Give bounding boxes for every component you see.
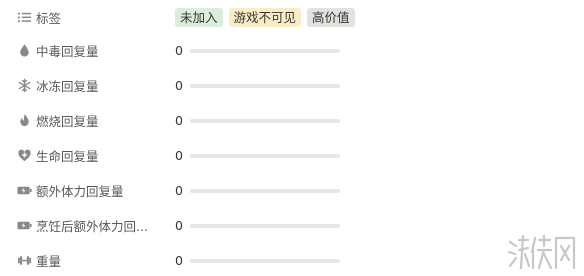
freeze-recovery-row: 冰冻回复量 0: [0, 68, 584, 103]
properties-panel: 标签 未加入 游戏不可见 高价值 中毒回复量 0 冰冻回复量 0 燃烧回复量 0…: [0, 0, 584, 276]
value-number: 0: [175, 148, 183, 163]
watermark-logo: [506, 232, 578, 272]
property-label: 烹饪后额外体力回...: [36, 219, 148, 234]
property-name[interactable]: 冰冻回复量: [0, 68, 175, 103]
burn-recovery-row: 燃烧回复量 0: [0, 103, 584, 138]
drop-icon: [16, 43, 32, 59]
dumbbell-icon: [16, 253, 32, 269]
snowflake-icon: [16, 78, 32, 94]
property-name[interactable]: 中毒回复量: [0, 33, 175, 68]
progress-bar: [190, 223, 340, 228]
value-number: 0: [175, 43, 183, 58]
property-value[interactable]: 0: [175, 173, 340, 208]
value-number: 0: [175, 113, 183, 128]
progress-bar: [190, 153, 340, 158]
progress-bar: [190, 188, 340, 193]
extra-stamina-recovery-row: 额外体力回复量 0: [0, 173, 584, 208]
property-name[interactable]: 重量: [0, 243, 175, 276]
property-label: 生命回复量: [36, 149, 99, 164]
property-label: 燃烧回复量: [36, 114, 99, 129]
value-number: 0: [175, 218, 183, 233]
tag-game-invisible[interactable]: 游戏不可见: [228, 8, 302, 27]
property-name[interactable]: 额外体力回复量: [0, 173, 175, 208]
progress-bar: [190, 258, 340, 263]
property-label: 中毒回复量: [36, 44, 99, 59]
tags-property-label: 标签: [36, 11, 62, 26]
flame-icon: [16, 113, 32, 129]
list-icon: [16, 10, 32, 26]
tags-property-name[interactable]: 标签: [0, 0, 175, 35]
value-number: 0: [175, 253, 183, 268]
property-label: 重量: [36, 254, 62, 269]
value-number: 0: [175, 78, 183, 93]
value-number: 0: [175, 183, 183, 198]
tags-value[interactable]: 未加入 游戏不可见 高价值: [175, 8, 355, 27]
progress-bar: [190, 48, 340, 53]
poison-recovery-row: 中毒回复量 0: [0, 33, 584, 68]
weight-row: 重量 0: [0, 243, 584, 276]
progress-bar: [190, 83, 340, 88]
heart-plus-icon: [16, 148, 32, 164]
property-value[interactable]: 0: [175, 243, 340, 276]
life-recovery-row: 生命回复量 0: [0, 138, 584, 173]
property-name[interactable]: 烹饪后额外体力回...: [0, 208, 175, 243]
property-value[interactable]: 0: [175, 68, 340, 103]
tag-not-added[interactable]: 未加入: [175, 8, 223, 27]
property-value[interactable]: 0: [175, 138, 340, 173]
property-value[interactable]: 0: [175, 103, 340, 138]
property-value[interactable]: 0: [175, 33, 340, 68]
property-name[interactable]: 燃烧回复量: [0, 103, 175, 138]
tags-property-row: 标签 未加入 游戏不可见 高价值: [0, 0, 584, 35]
property-value[interactable]: 0: [175, 208, 340, 243]
battery-icon: [16, 218, 32, 234]
tag-high-value[interactable]: 高价值: [307, 8, 355, 27]
progress-bar: [190, 118, 340, 123]
battery-icon: [16, 183, 32, 199]
property-label: 冰冻回复量: [36, 79, 99, 94]
property-label: 额外体力回复量: [36, 184, 124, 199]
property-name[interactable]: 生命回复量: [0, 138, 175, 173]
cooked-extra-stamina-recovery-row: 烹饪后额外体力回... 0: [0, 208, 584, 243]
